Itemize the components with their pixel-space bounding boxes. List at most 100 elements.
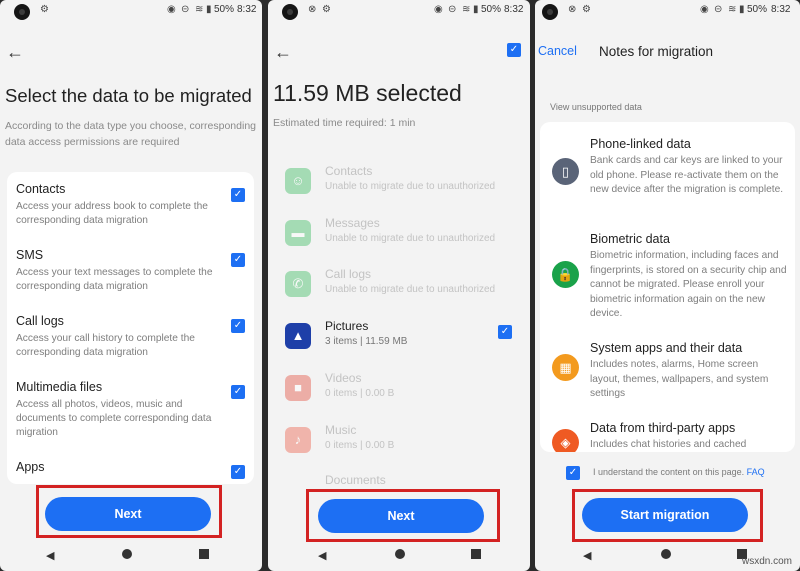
checkbox-contacts[interactable]: ✓ — [231, 188, 245, 202]
music-icon: ♪ — [285, 427, 311, 453]
highlight-box — [572, 489, 763, 542]
status-bar: ⚙ ◉ ⊝ ≋ ▮ 50% 8:32 — [0, 0, 262, 22]
agree-label: I understand the content on this page. — [593, 467, 745, 477]
row-documents: Documents — [285, 473, 520, 487]
row-sub: Unable to migrate due to unauthorized — [325, 233, 496, 244]
agree-checkbox[interactable]: ✓ — [566, 466, 580, 480]
videos-icon: ■ — [285, 375, 311, 401]
settings-icon: ⚙ — [322, 4, 331, 15]
list-item-apps[interactable]: Apps — [16, 460, 226, 474]
list-item-contacts[interactable]: Contacts Access your address book to com… — [16, 182, 226, 228]
nav-back-icon[interactable]: ◀ — [318, 549, 326, 563]
note-desc: Includes notes, alarms, Home screen layo… — [590, 359, 769, 399]
layers-icon: ◈ — [552, 429, 579, 452]
faq-link[interactable]: FAQ — [747, 467, 765, 477]
row-contacts: ☺ Contacts Unable to migrate due to unau… — [285, 164, 520, 204]
phone-screen-selected-size: ⊗ ⚙ ◉ ⊝ ≋ ▮ 50% 8:32 ← ✓ 11.59 MB select… — [268, 0, 530, 571]
row-name: Pictures — [325, 319, 369, 333]
agree-text: I understand the content on this page. F… — [593, 467, 765, 477]
section-label: View unsupported data — [550, 102, 642, 112]
select-all-checkbox[interactable]: ✓ — [507, 43, 521, 57]
nav-home-icon[interactable] — [122, 549, 132, 563]
checkbox-multimedia[interactable]: ✓ — [231, 385, 245, 399]
phone-screen-migration-notes: ⊗ ⚙ ◉ ⊝ ≋ ▮ 50% 8:32 Cancel Notes for mi… — [535, 0, 800, 571]
item-desc: Access your text messages to complete th… — [16, 267, 213, 292]
row-sub: 3 items | 11.59 MB — [325, 336, 408, 347]
row-name: Call logs — [325, 267, 372, 281]
wifi-off-icon: ⊗ — [308, 4, 317, 15]
row-sub: 0 items | 0.00 B — [325, 440, 395, 451]
back-arrow-icon[interactable]: ← — [274, 43, 292, 61]
phone-linked-icon: ▯ — [552, 158, 579, 185]
page-title: Select the data to be migrated — [5, 85, 252, 106]
phone-screen-select-data: ⚙ ◉ ⊝ ≋ ▮ 50% 8:32 ← Select the data to … — [0, 0, 262, 571]
item-title: SMS — [16, 248, 44, 262]
note-title: System apps and their data — [590, 341, 743, 355]
page-title: Notes for migration — [599, 44, 714, 59]
camera-cutout — [542, 4, 558, 20]
nav-back-icon[interactable]: ◀ — [583, 549, 591, 563]
camera-cutout — [282, 4, 298, 20]
messages-icon: ▬ — [285, 220, 311, 246]
data-type-list: Contacts Access your address book to com… — [7, 172, 254, 484]
clock: 8:32 — [237, 4, 257, 15]
battery-text: 50% — [481, 4, 502, 15]
battery-icon: ▮ — [739, 4, 745, 15]
wifi-icon: ≋ — [462, 4, 471, 15]
nav-home-icon[interactable] — [661, 549, 671, 563]
row-music: ♪ Music 0 items | 0.00 B — [285, 423, 520, 463]
nav-recents-icon[interactable] — [199, 549, 209, 563]
battery-text: 50% — [747, 4, 768, 15]
list-item-multimedia[interactable]: Multimedia files Access all photos, vide… — [16, 380, 226, 440]
nav-home-icon[interactable] — [395, 549, 405, 563]
row-name: Documents — [325, 473, 386, 487]
checkbox-apps[interactable]: ✓ — [231, 465, 245, 479]
checkbox-pictures[interactable]: ✓ — [498, 325, 512, 339]
dnd-icon: ⊝ — [448, 4, 457, 15]
checkbox-call-logs[interactable]: ✓ — [231, 319, 245, 333]
notes-card: ▯ Phone-linked data Bank cards and car k… — [540, 122, 795, 452]
nav-bar: ◀ — [268, 549, 530, 565]
settings-icon: ⚙ — [582, 4, 591, 15]
nav-back-icon[interactable]: ◀ — [46, 549, 54, 563]
item-title: Call logs — [16, 314, 64, 328]
status-bar: ⊗ ⚙ ◉ ⊝ ≋ ▮ 50% 8:32 — [535, 0, 800, 22]
apps-grid-icon: ▦ — [552, 354, 579, 381]
cancel-button[interactable]: Cancel — [538, 44, 577, 58]
wifi-icon: ≋ — [728, 4, 737, 15]
note-desc: Biometric information, including faces a… — [590, 250, 787, 319]
wifi-icon: ≋ — [195, 4, 204, 15]
nav-bar: ◀ — [0, 549, 262, 565]
highlight-box — [306, 489, 500, 542]
row-messages: ▬ Messages Unable to migrate due to unau… — [285, 216, 520, 256]
battery-icon: ▮ — [473, 4, 479, 15]
list-item-call-logs[interactable]: Call logs Access your call history to co… — [16, 314, 226, 360]
checkbox-sms[interactable]: ✓ — [231, 253, 245, 267]
lock-icon: 🔒 — [552, 261, 579, 288]
row-pictures[interactable]: ▲ Pictures 3 items | 11.59 MB ✓ — [285, 319, 520, 359]
list-item-sms[interactable]: SMS Access your text messages to complet… — [16, 248, 226, 294]
row-videos: ■ Videos 0 items | 0.00 B — [285, 371, 520, 411]
dnd-icon: ⊝ — [714, 4, 723, 15]
item-title: Multimedia files — [16, 380, 103, 394]
watermark: wsxdn.com — [741, 556, 792, 567]
highlight-box — [36, 485, 222, 538]
nav-recents-icon[interactable] — [471, 549, 481, 563]
battery-text: 50% — [214, 4, 235, 15]
estimated-time: Estimated time required: 1 min — [273, 117, 416, 129]
item-title: Contacts — [16, 182, 66, 196]
row-name: Music — [325, 423, 357, 437]
item-desc: Access your address book to complete the… — [16, 201, 208, 226]
back-arrow-icon[interactable]: ← — [6, 43, 24, 61]
pictures-icon: ▲ — [285, 323, 311, 349]
contacts-icon: ☺ — [285, 168, 311, 194]
note-title: Biometric data — [590, 232, 670, 246]
camera-cutout — [14, 4, 30, 20]
row-sub: Unable to migrate due to unauthorized — [325, 284, 496, 295]
settings-icon: ⚙ — [40, 4, 49, 15]
status-bar: ⊗ ⚙ ◉ ⊝ ≋ ▮ 50% 8:32 — [268, 0, 530, 22]
page-subtitle: According to the data type you choose, c… — [5, 120, 256, 148]
row-call-logs: ✆ Call logs Unable to migrate due to una… — [285, 267, 520, 307]
wifi-off-icon: ⊗ — [568, 4, 577, 15]
page-title: 11.59 MB selected — [273, 80, 462, 106]
